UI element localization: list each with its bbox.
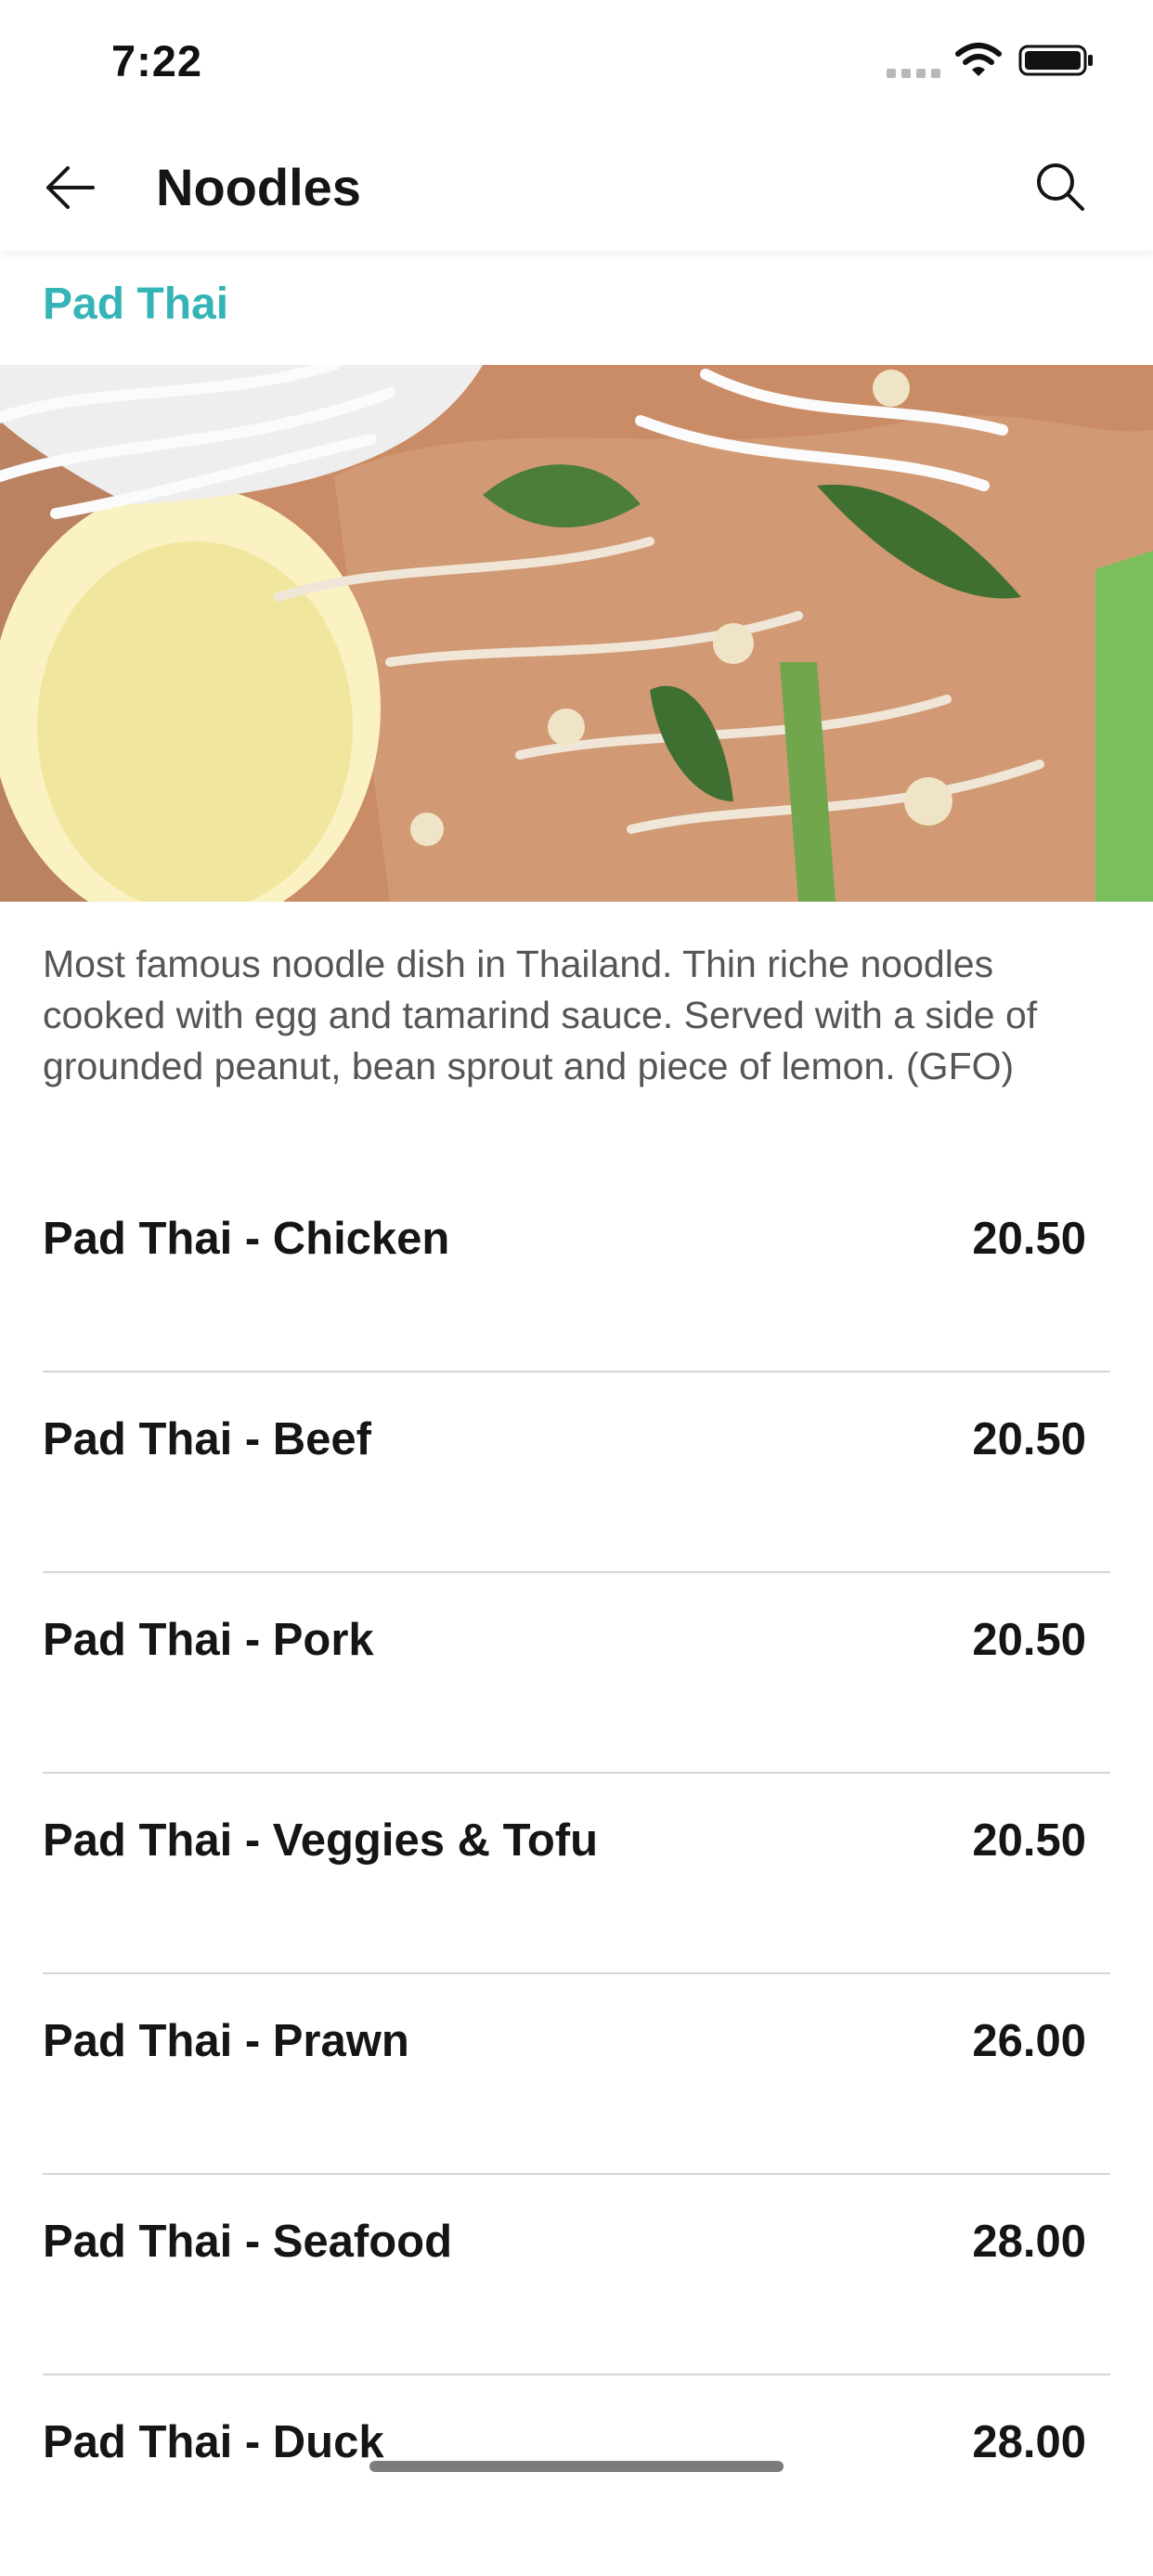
menu-item-name: Pad Thai - Duck <box>43 2417 384 2467</box>
menu-item-name: Pad Thai - Seafood <box>43 2217 453 2267</box>
menu-item-name: Pad Thai - Chicken <box>43 1214 450 1264</box>
search-icon[interactable] <box>1030 157 1090 216</box>
menu-item[interactable]: Pad Thai - Pork 20.50 <box>43 1573 1110 1774</box>
status-time: 7:22 <box>111 36 203 85</box>
menu-item[interactable]: Pad Thai - Prawn 26.00 <box>43 1974 1110 2175</box>
menu-item[interactable]: Pad Thai - Seafood 28.00 <box>43 2175 1110 2375</box>
dish-description: Most famous noodle dish in Thailand. Thi… <box>43 943 1038 1087</box>
menu-list: Pad Thai - Chicken 20.50 Pad Thai - Beef… <box>43 1172 1110 2576</box>
menu-item-price: 20.50 <box>972 1615 1086 1665</box>
menu-item-name: Pad Thai - Pork <box>43 1615 374 1665</box>
menu-item[interactable]: Pad Thai - Veggies & Tofu 20.50 <box>43 1774 1110 1974</box>
menu-item[interactable]: Pad Thai - Chicken 20.50 <box>43 1172 1110 1373</box>
app-header: Noodles <box>0 125 1153 251</box>
menu-item-price: 28.00 <box>972 2417 1086 2467</box>
menu-item[interactable]: Pad Thai - Beef 20.50 <box>43 1373 1110 1573</box>
battery-icon <box>1018 45 1093 76</box>
dish-photo <box>0 365 1153 902</box>
signal-icon <box>887 69 940 78</box>
wifi-icon <box>955 43 1002 76</box>
menu-item-price: 20.50 <box>972 1414 1086 1464</box>
back-arrow-icon[interactable] <box>41 159 98 216</box>
home-indicator[interactable] <box>369 2461 784 2472</box>
menu-item-name: Pad Thai - Prawn <box>43 2016 409 2066</box>
menu-item-price: 20.50 <box>972 1214 1086 1264</box>
menu-item-price: 28.00 <box>972 2217 1086 2267</box>
menu-item[interactable]: Pad Thai - Duck 28.00 <box>43 2375 1110 2576</box>
menu-item-price: 20.50 <box>972 1815 1086 1866</box>
section-title: Pad Thai <box>43 280 229 329</box>
menu-item-price: 26.00 <box>972 2016 1086 2066</box>
status-bar: 7:22 <box>0 0 1153 125</box>
menu-item-name: Pad Thai - Beef <box>43 1414 371 1464</box>
page-title: Noodles <box>156 158 361 216</box>
menu-item-name: Pad Thai - Veggies & Tofu <box>43 1815 599 1866</box>
